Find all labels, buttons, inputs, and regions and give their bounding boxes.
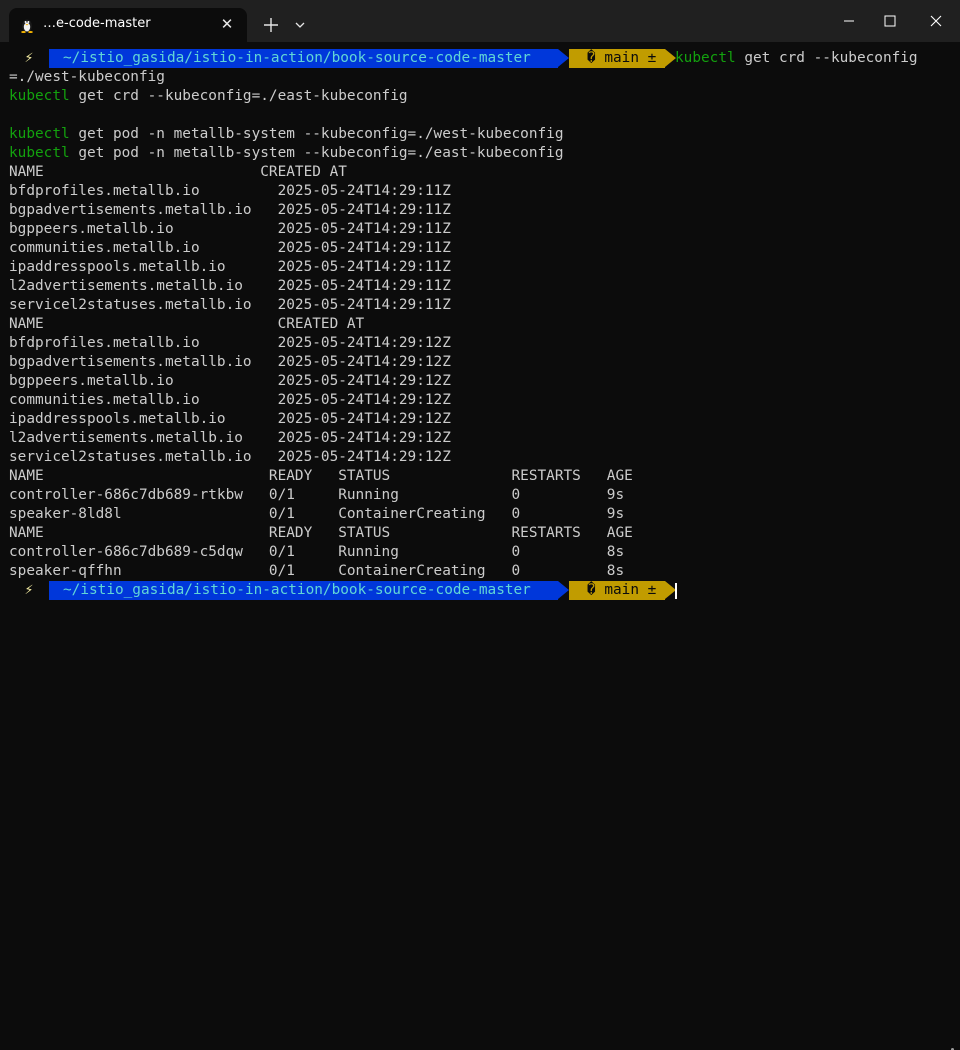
close-tab-icon[interactable]: ✕ [215, 12, 239, 36]
output-line: bfdprofiles.metallb.io 2025-05-24T14:29:… [9, 335, 451, 351]
output-line: speaker-8ld8l 0/1 ContainerCreating 0 9s [9, 506, 625, 522]
output-line: controller-686c7db689-rtkbw 0/1 Running … [9, 487, 625, 503]
prompt-path: ~/istio_gasida/istio-in-action/book-sour… [49, 49, 558, 68]
command-args: get crd --kubeconfig [735, 50, 918, 66]
chevron-down-icon[interactable] [290, 12, 310, 38]
linux-penguin-icon [21, 19, 33, 33]
terminal-line: kubectl get pod -n metallb-system --kube… [9, 126, 564, 142]
shell-prompt: ⚡ ~/istio_gasida/istio-in-action/book-so… [9, 49, 949, 68]
terminal-line: kubectl get crd --kubeconfig=./east-kube… [9, 88, 408, 104]
minimize-icon[interactable] [826, 0, 872, 42]
output-line: ipaddresspools.metallb.io 2025-05-24T14:… [9, 259, 451, 275]
maximize-icon[interactable] [867, 0, 913, 42]
close-icon[interactable] [913, 0, 959, 42]
output-line: servicel2statuses.metallb.io 2025-05-24T… [9, 449, 451, 465]
tab-title: …e-code-master [43, 16, 151, 31]
git-branch: � main ± [569, 49, 665, 68]
prompt-path: ~/istio_gasida/istio-in-action/book-sour… [49, 581, 558, 600]
output-line: bgpadvertisements.metallb.io 2025-05-24T… [9, 202, 451, 218]
plus-icon[interactable] [258, 12, 284, 38]
output-line: ipaddresspools.metallb.io 2025-05-24T14:… [9, 411, 451, 427]
output-line: l2advertisements.metallb.io 2025-05-24T1… [9, 430, 451, 446]
terminal-output[interactable]: ⚡ ~/istio_gasida/istio-in-action/book-so… [0, 42, 960, 1050]
terminal-line: kubectl get pod -n metallb-system --kube… [9, 145, 564, 161]
shell-prompt: ⚡ ~/istio_gasida/istio-in-action/book-so… [9, 581, 709, 600]
output-line: bgppeers.metallb.io 2025-05-24T14:29:11Z [9, 221, 451, 237]
output-line: NAME CREATED AT [9, 316, 365, 332]
output-line: communities.metallb.io 2025-05-24T14:29:… [9, 240, 451, 256]
segment-separator [558, 49, 569, 67]
output-line: bgpadvertisements.metallb.io 2025-05-24T… [9, 354, 451, 370]
output-line: servicel2statuses.metallb.io 2025-05-24T… [9, 297, 451, 313]
bolt-icon: ⚡ [9, 581, 49, 600]
output-line: speaker-qffhn 0/1 ContainerCreating 0 8s [9, 563, 625, 579]
output-line: bgppeers.metallb.io 2025-05-24T14:29:12Z [9, 373, 451, 389]
output-line: communities.metallb.io 2025-05-24T14:29:… [9, 392, 451, 408]
output-line: controller-686c7db689-c5dqw 0/1 Running … [9, 544, 625, 560]
bolt-icon: ⚡ [9, 49, 49, 68]
terminal-tab[interactable]: …e-code-master ✕ [9, 8, 247, 42]
output-line: NAME CREATED AT [9, 164, 347, 180]
text-cursor [675, 583, 677, 599]
output-line: NAME READY STATUS RESTARTS AGE [9, 468, 633, 484]
title-bar: …e-code-master ✕ [0, 0, 960, 42]
output-line: bfdprofiles.metallb.io 2025-05-24T14:29:… [9, 183, 451, 199]
terminal-line: =./west-kubeconfig [9, 69, 165, 85]
segment-separator [558, 581, 569, 599]
git-branch: � main ± [569, 581, 665, 600]
output-line: l2advertisements.metallb.io 2025-05-24T1… [9, 278, 451, 294]
output-line: NAME READY STATUS RESTARTS AGE [9, 525, 633, 541]
command-text: kubectl get crd --kubeconfig [675, 49, 918, 68]
command-name: kubectl [675, 50, 736, 66]
